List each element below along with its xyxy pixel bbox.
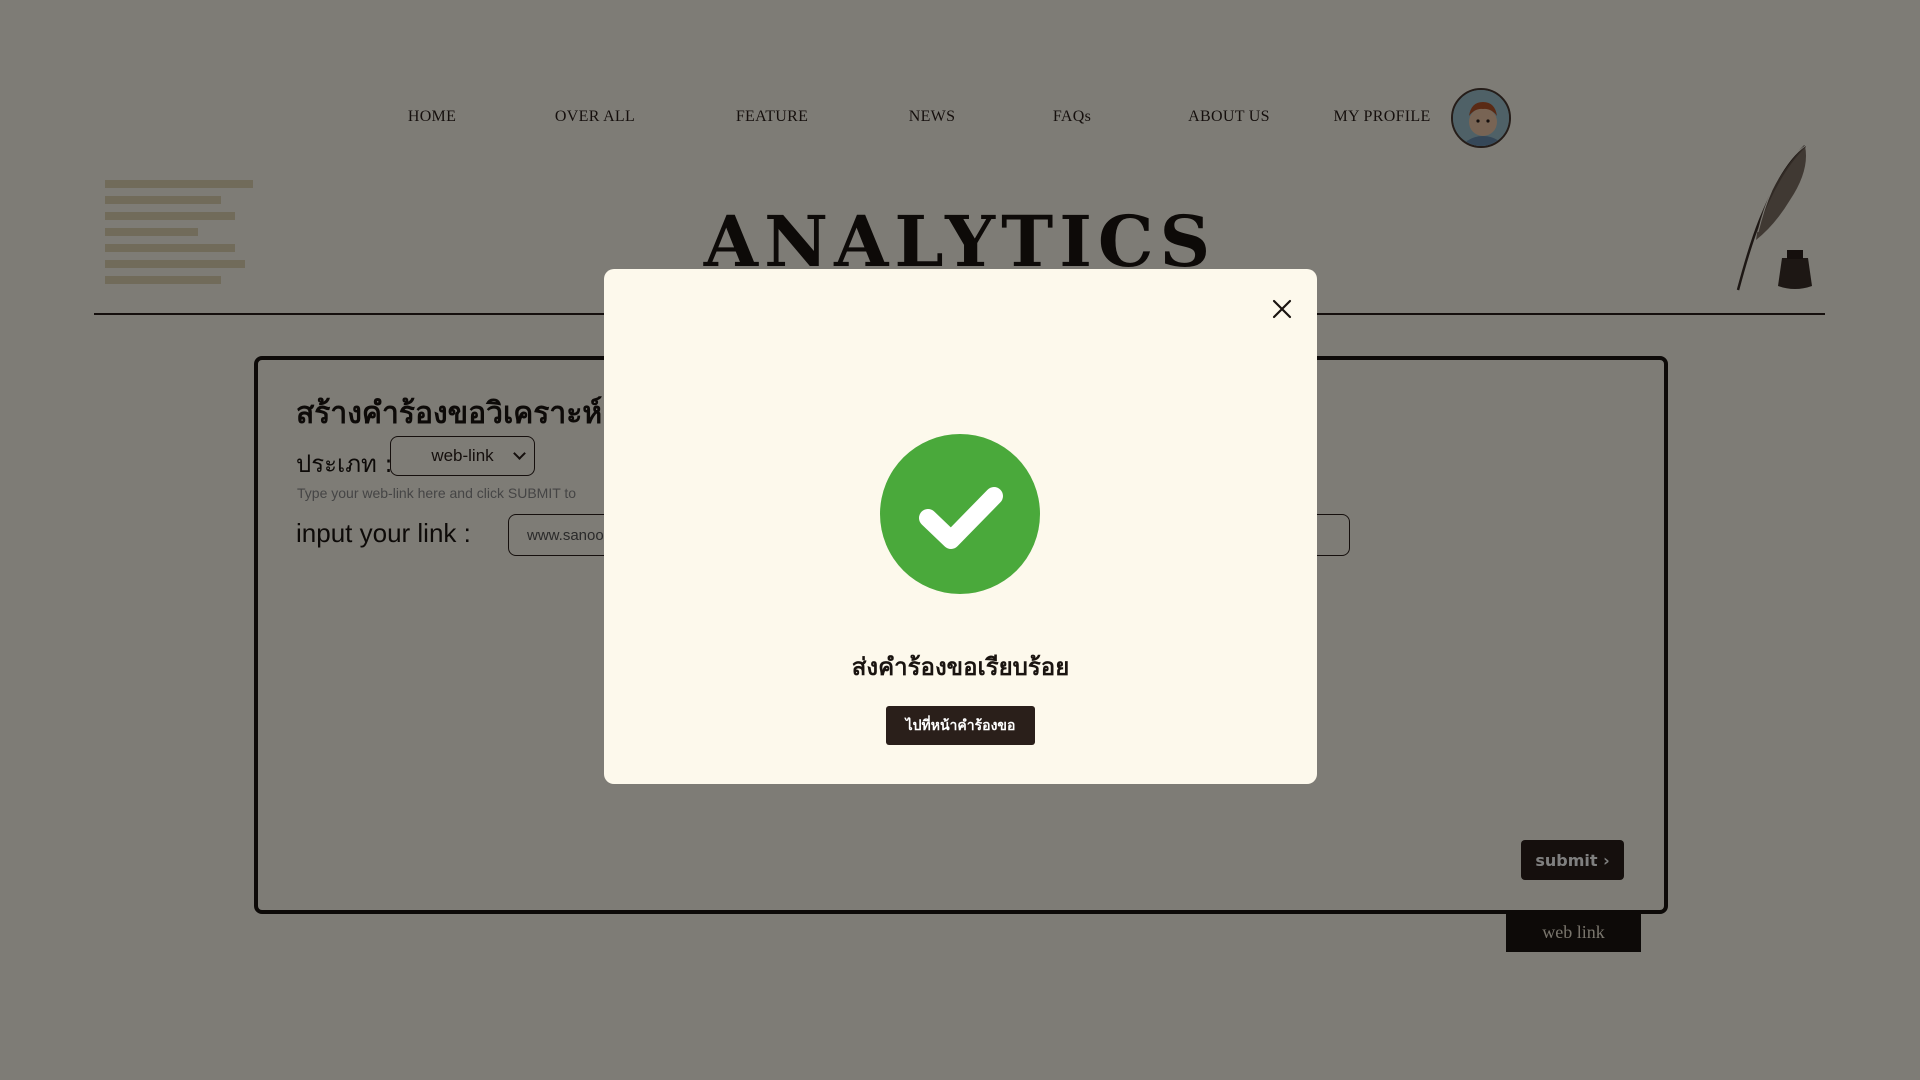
check-circle-icon xyxy=(880,434,1040,594)
success-message: ส่งคำร้องขอเรียบร้อย xyxy=(851,653,1070,681)
success-modal: ส่งคำร้องขอเรียบร้อย ไปที่หน้าคำร้องขอ xyxy=(604,269,1317,784)
close-icon[interactable] xyxy=(1262,289,1302,329)
go-to-requests-button[interactable]: ไปที่หน้าคำร้องขอ xyxy=(886,706,1035,745)
